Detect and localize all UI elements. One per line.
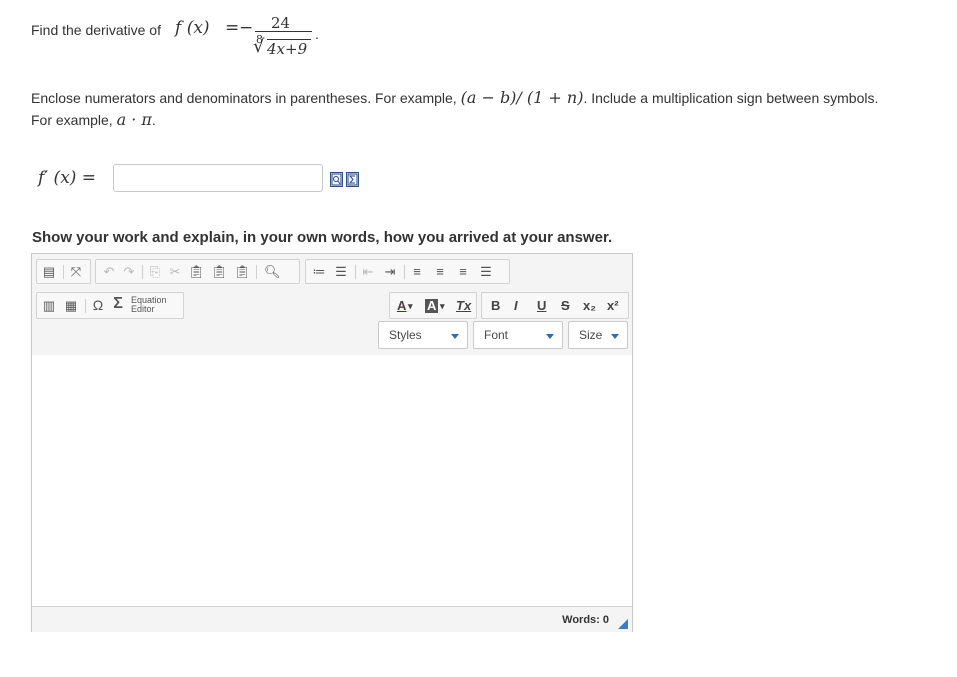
answer-label: f′ (x) =: [38, 168, 97, 188]
toolbar-group-insert: ▥ ▦ Ω Σ Equation Editor: [36, 292, 184, 319]
justify-icon[interactable]: ☰: [479, 265, 493, 279]
editor-statusbar: Words: 0: [32, 606, 632, 632]
resize-handle-icon[interactable]: [618, 619, 628, 629]
toolbar-group-basicstyles: B I U S x₂ x²: [481, 292, 629, 319]
size-dropdown[interactable]: Size: [568, 321, 628, 349]
copy-icon[interactable]: ⎘: [148, 265, 162, 279]
font-dropdown-label: Font: [484, 328, 509, 342]
toolbar-separator: [85, 299, 86, 313]
equation-editor-button[interactable]: [346, 172, 359, 187]
styles-dropdown[interactable]: Styles: [378, 321, 468, 349]
instructions: Enclose numerators and denominators in p…: [31, 87, 891, 131]
bold-button[interactable]: B: [491, 299, 500, 313]
horizontal-rule-icon[interactable]: ▥: [42, 299, 56, 313]
subscript-button[interactable]: x₂: [583, 299, 596, 313]
align-left-icon[interactable]: ≡: [410, 265, 424, 279]
instructions-example1: (a − b)/ (1 + n): [460, 88, 584, 107]
chevron-down-icon: [546, 334, 554, 339]
text-color-dropdown-icon[interactable]: ▾: [408, 299, 413, 313]
omega-icon[interactable]: Ω: [91, 298, 105, 312]
equation-editor-button-label[interactable]: Equation Editor: [131, 296, 167, 314]
maximize-icon[interactable]: ⤧: [69, 265, 83, 279]
source-icon[interactable]: ▤: [42, 265, 56, 279]
instructions-part3: .: [151, 112, 156, 128]
rich-text-editor: ▤ ⤧ ↶ ↷ ⎘ ✂ 📋︎ 📋︎ 📋︎ 🔍︎ ≔ ☰ ⇤ ⇥ ≡ ≡ ≡ ☰ …: [31, 253, 633, 632]
radicand: 4x+9: [267, 40, 308, 58]
align-right-icon[interactable]: ≡: [456, 265, 470, 279]
instructions-part1: Enclose numerators and denominators in p…: [31, 90, 457, 106]
toolbar-separator: [355, 265, 356, 279]
work-prompt: Show your work and explain, in your own …: [32, 229, 613, 246]
equals-sign: =: [225, 18, 240, 38]
sigma-icon: [347, 173, 358, 186]
radical-icon: √: [253, 36, 265, 57]
toolbar-group-clipboard: ↶ ↷ ⎘ ✂ 📋︎ 📋︎ 📋︎ 🔍︎: [95, 259, 300, 284]
editor-content-area[interactable]: [32, 355, 632, 606]
remove-format-button[interactable]: Tx: [456, 299, 471, 313]
superscript-button[interactable]: x²: [607, 299, 619, 313]
font-dropdown[interactable]: Font: [473, 321, 563, 349]
toolbar-group-document: ▤ ⤧: [36, 259, 91, 284]
toolbar-separator: [142, 265, 143, 279]
paste-text-icon[interactable]: 📋︎: [211, 265, 228, 279]
end-period: .: [315, 26, 319, 42]
align-center-icon[interactable]: ≡: [433, 265, 447, 279]
fraction-numerator: 24: [271, 14, 291, 32]
toolbar-separator: [404, 265, 405, 279]
background-color-dropdown-icon[interactable]: ▾: [440, 299, 445, 313]
paste-word-icon[interactable]: 📋︎: [234, 265, 251, 279]
chevron-down-icon: [451, 334, 459, 339]
background-color-button[interactable]: A: [425, 299, 439, 313]
fraction-bar: [255, 31, 312, 32]
indent-icon[interactable]: ⇥: [383, 265, 397, 279]
redo-icon[interactable]: ↷: [122, 265, 136, 279]
numbered-list-icon[interactable]: ≔: [312, 265, 326, 279]
preview-icon: [331, 173, 342, 186]
size-dropdown-label: Size: [579, 328, 603, 342]
equation-editor-label-line2: Editor: [131, 304, 155, 314]
outdent-icon[interactable]: ⇤: [361, 265, 375, 279]
text-color-button[interactable]: A: [397, 299, 406, 313]
undo-icon[interactable]: ↶: [102, 265, 116, 279]
chevron-down-icon: [611, 334, 619, 339]
bulleted-list-icon[interactable]: ☰: [334, 265, 348, 279]
underline-button[interactable]: U: [537, 299, 546, 313]
editor-toolbar: ▤ ⤧ ↶ ↷ ⎘ ✂ 📋︎ 📋︎ 📋︎ 🔍︎ ≔ ☰ ⇤ ⇥ ≡ ≡ ≡ ☰ …: [32, 254, 632, 356]
negative-sign: −: [239, 18, 254, 38]
sigma-icon[interactable]: Σ: [111, 296, 125, 312]
cut-icon[interactable]: ✂: [168, 265, 182, 279]
instructions-example2: a · π: [116, 110, 152, 129]
toolbar-separator: [256, 265, 257, 279]
italic-button[interactable]: I: [514, 299, 518, 313]
styles-dropdown-label: Styles: [389, 328, 422, 342]
paste-icon[interactable]: 📋︎: [188, 265, 205, 279]
toolbar-group-colors: A ▾ A ▾ Tx: [389, 292, 477, 319]
toolbar-separator: [63, 265, 64, 279]
question-text: Find the derivative of: [31, 22, 161, 38]
strikethrough-button[interactable]: S: [561, 299, 570, 313]
toolbar-group-paragraph: ≔ ☰ ⇤ ⇥ ≡ ≡ ≡ ☰: [305, 259, 510, 284]
word-count: Words: 0: [562, 614, 609, 626]
equation-preview-button[interactable]: [330, 172, 343, 187]
table-icon[interactable]: ▦: [64, 299, 78, 313]
find-icon[interactable]: 🔍︎: [264, 265, 281, 279]
answer-input[interactable]: [113, 164, 323, 192]
function-lhs: f (x): [175, 18, 210, 38]
